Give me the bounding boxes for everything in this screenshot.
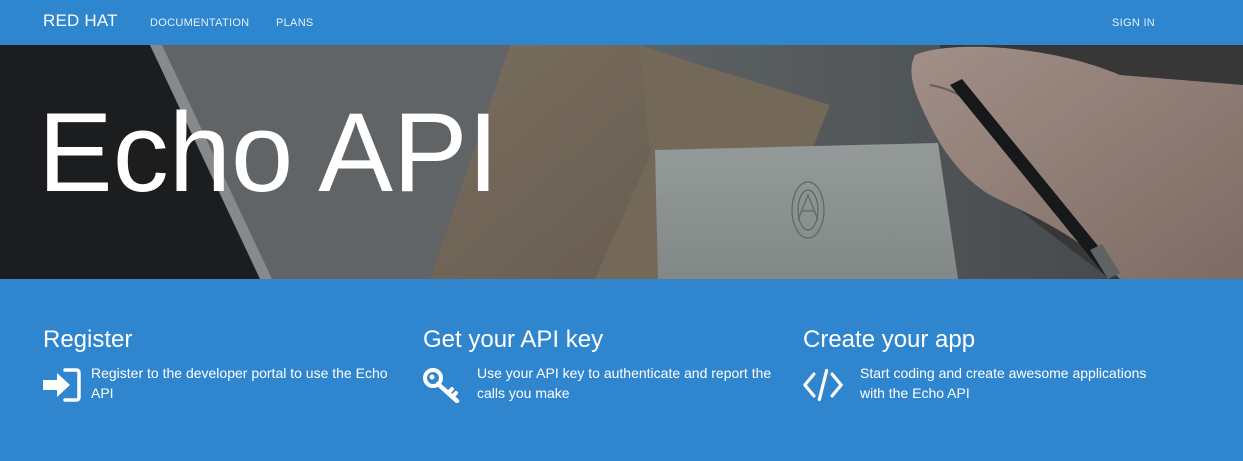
hero-banner: Echo API (0, 45, 1243, 279)
sign-in-icon (43, 368, 81, 402)
brand-logo-link[interactable]: RED HAT (43, 11, 118, 31)
code-icon (803, 368, 843, 402)
page: RED HAT DOCUMENTATION PLANS SIGN IN Echo… (0, 0, 1243, 461)
nav-documentation-link[interactable]: DOCUMENTATION (150, 17, 249, 29)
feature-title: Get your API key (423, 326, 604, 353)
feature-description: Register to the developer portal to use … (91, 365, 388, 401)
features-section: Register Register to the developer porta… (0, 279, 1243, 461)
top-navbar: RED HAT DOCUMENTATION PLANS SIGN IN (0, 0, 1243, 45)
key-icon (423, 368, 460, 403)
sign-in-link[interactable]: SIGN IN (1112, 17, 1155, 29)
feature-title: Register (43, 326, 133, 353)
feature-description: Use your API key to authenticate and rep… (477, 365, 772, 401)
hero-title: Echo API (38, 90, 499, 215)
nav-plans-link[interactable]: PLANS (276, 17, 314, 29)
feature-description: Start coding and create awesome applicat… (860, 365, 1147, 401)
feature-title: Create your app (803, 326, 976, 353)
